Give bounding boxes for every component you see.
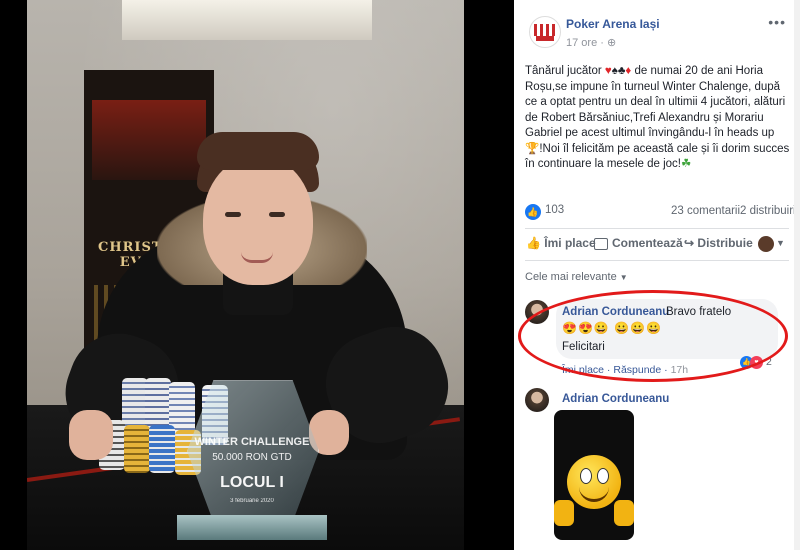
post-timestamp[interactable]: 17 ore · ⊕	[566, 36, 616, 49]
share-icon: ↪	[684, 236, 695, 250]
comment-count[interactable]: 23 comentarii	[671, 205, 740, 217]
post-panel: Poker Arena Iași 17 ore · ⊕ ••• Tânărul …	[514, 0, 800, 550]
comment-emojis: 😍😍😀 😀😀😀	[562, 321, 662, 335]
post-text: Tânărul jucător ♥♠♣♦ de numai 20 de ani …	[525, 65, 790, 170]
share-button[interactable]: ↪ Distribuie	[684, 236, 753, 250]
page-name-link[interactable]: Poker Arena Iași	[566, 17, 660, 31]
trophy-place: LOCUL I	[220, 474, 284, 491]
comment-reaction-count: 2	[766, 356, 772, 368]
comment-time[interactable]: 17h	[671, 364, 689, 376]
comment-image[interactable]	[554, 410, 634, 540]
comment-like-link[interactable]: Îmi place	[562, 364, 604, 376]
ceiling-lamp	[122, 0, 372, 40]
trophy-prize: 50.000 RON GTD	[212, 452, 292, 463]
trophy-base	[177, 515, 327, 540]
chevron-down-icon: ▼	[619, 273, 628, 282]
comment-text-second: Felicitari	[562, 341, 605, 353]
trophy-title: WINTER CHALLENGE	[194, 436, 310, 448]
scrollbar[interactable]	[794, 0, 800, 550]
commenter-avatar[interactable]	[525, 388, 549, 412]
commenter-avatar[interactable]	[525, 300, 549, 324]
like-button[interactable]: 👍 Îmi place	[526, 236, 596, 250]
globe-icon: ⊕	[606, 37, 617, 49]
diamond-suit-icon: ♦	[625, 65, 632, 77]
photo-scene: CHRISTMAS EVENT WINTER CHALLENGE 50.000 …	[27, 0, 464, 550]
trophy-date: 3 februarie 2020	[230, 498, 274, 504]
comment-author[interactable]: Adrian Corduneanu	[562, 393, 669, 405]
comment-icon	[594, 237, 608, 250]
chevron-down-icon[interactable]: ▼	[776, 238, 785, 248]
reaction-count[interactable]: 103	[545, 204, 564, 216]
comment-actions: Îmi place · Răspunde · 17h	[562, 364, 689, 376]
comment-reply-link[interactable]: Răspunde	[613, 364, 661, 376]
clover-emoji-icon: ☘	[680, 158, 692, 170]
chip-stack	[124, 425, 150, 473]
trophy-emoji-icon: 🏆	[525, 142, 540, 155]
like-reaction-icon: 👍	[525, 204, 541, 220]
page-avatar[interactable]	[529, 16, 561, 48]
chip-stack	[149, 425, 175, 473]
comment-text: Bravo fratelo	[666, 306, 732, 318]
comment-button[interactable]: Comentează	[594, 236, 683, 250]
person-face	[203, 155, 313, 285]
comment-author[interactable]: Adrian Corduneanu	[562, 306, 669, 318]
thumbs-up-smiley-icon	[567, 455, 621, 509]
comment-sort-dropdown[interactable]: Cele mai relevante ▼	[525, 271, 628, 283]
heart-suit-icon: ♥	[604, 65, 612, 77]
more-options-icon[interactable]: •••	[768, 14, 786, 30]
thumbs-up-icon: 👍	[526, 236, 541, 250]
post-photo[interactable]: CHRISTMAS EVENT WINTER CHALLENGE 50.000 …	[0, 0, 514, 550]
reaction-avatar-selector[interactable]	[758, 236, 774, 252]
share-count[interactable]: 2 distribuiri	[740, 205, 796, 217]
love-reaction-icon: ♥	[750, 356, 763, 369]
left-hand	[69, 410, 113, 460]
divider	[525, 228, 789, 229]
divider	[525, 260, 789, 261]
